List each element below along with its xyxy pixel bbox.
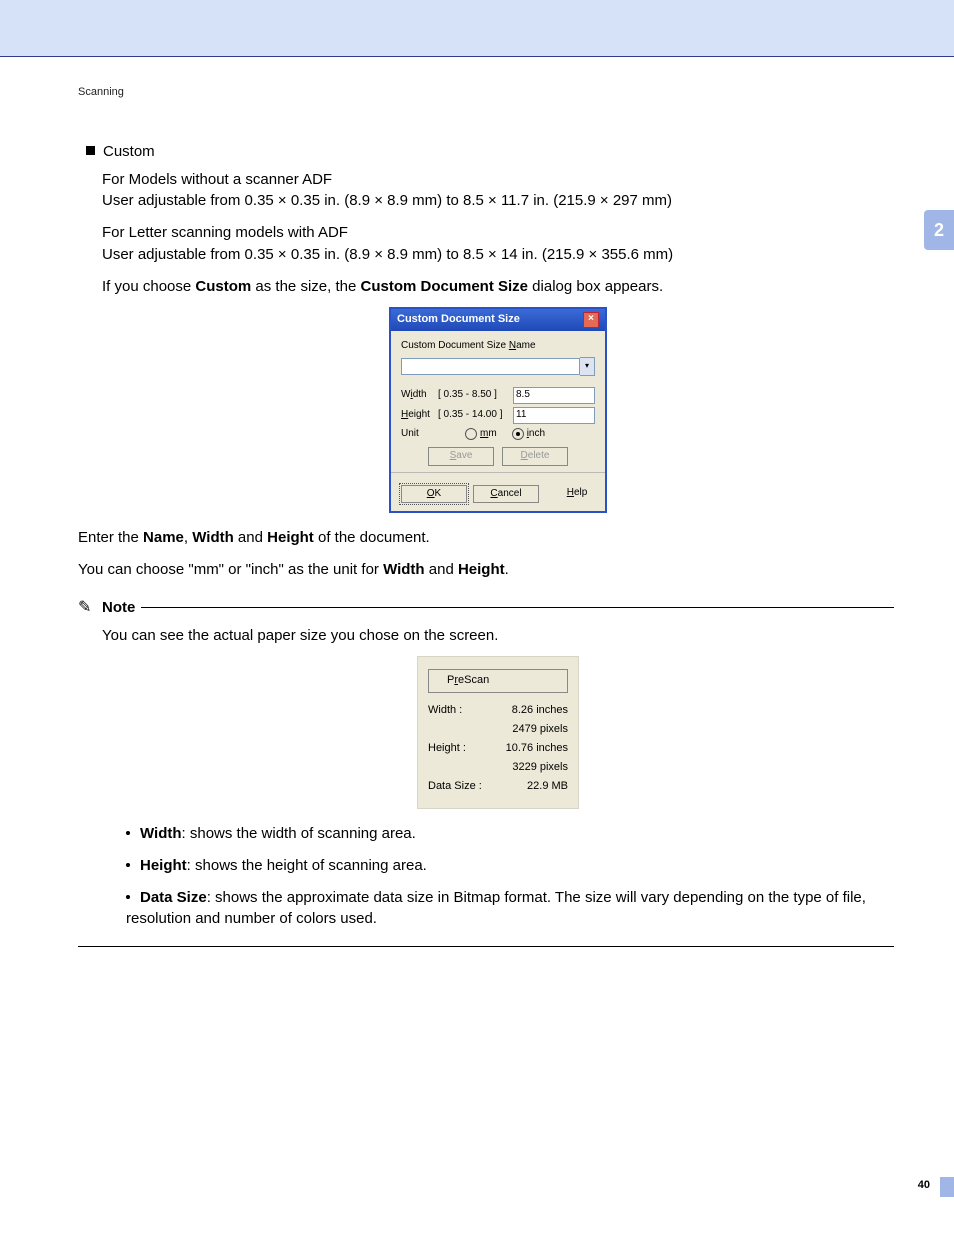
noadf-block: For Models without a scanner ADF User ad… bbox=[102, 169, 894, 213]
ok-button[interactable]: OK bbox=[401, 485, 467, 504]
ps-width-l: Width : bbox=[428, 703, 462, 719]
unit-line: You can choose "mm" or "inch" as the uni… bbox=[78, 559, 894, 581]
bullet-icon bbox=[126, 895, 130, 899]
bullet-icon bbox=[126, 831, 130, 835]
note-text: You can see the actual paper size you ch… bbox=[102, 625, 894, 647]
name-label: Custom Document Size Name bbox=[401, 339, 595, 354]
unit-inch-radio[interactable]: inch bbox=[512, 427, 545, 442]
definitions-list: Width: shows the width of scanning area.… bbox=[126, 823, 894, 930]
chapter-tab: 2 bbox=[924, 210, 954, 250]
top-band bbox=[0, 0, 954, 56]
note-rule bbox=[141, 607, 894, 608]
ps-width-px: 2479 pixels bbox=[428, 722, 568, 738]
name-input[interactable] bbox=[401, 358, 580, 375]
height-label: Height bbox=[401, 408, 433, 423]
ps-height-px: 3229 pixels bbox=[428, 760, 568, 776]
name-combo[interactable]: ▾ bbox=[401, 357, 595, 376]
section-header: Scanning bbox=[78, 85, 894, 101]
save-button[interactable]: Save bbox=[428, 447, 494, 466]
width-input[interactable]: 8.5 bbox=[513, 387, 595, 404]
dialog-titlebar: Custom Document Size × bbox=[391, 309, 605, 331]
ps-height-v: 10.76 inches bbox=[506, 741, 568, 757]
bullet-icon bbox=[126, 863, 130, 867]
square-bullet-icon bbox=[86, 146, 95, 155]
height-range: [ 0.35 - 14.00 ] bbox=[438, 408, 508, 423]
page-number: 40 bbox=[918, 1179, 930, 1191]
choose-line: If you choose Custom as the size, the Cu… bbox=[102, 276, 894, 298]
custom-title: Custom bbox=[103, 143, 155, 160]
noadf-l1: For Models without a scanner ADF bbox=[102, 171, 332, 188]
page-number-tab bbox=[940, 1177, 954, 1197]
noadf-l2: User adjustable from 0.35 × 0.35 in. (8.… bbox=[102, 192, 672, 209]
width-range: [ 0.35 - 8.50 ] bbox=[438, 388, 508, 403]
unit-label: Unit bbox=[401, 427, 433, 442]
adf-l2: User adjustable from 0.35 × 0.35 in. (8.… bbox=[102, 246, 673, 263]
prescan-panel: PreScan Width : 8.26 inches 2479 pixels H… bbox=[417, 656, 579, 809]
ps-data-l: Data Size : bbox=[428, 779, 482, 795]
adf-block: For Letter scanning models with ADF User… bbox=[102, 222, 894, 266]
def-width: Width: shows the width of scanning area. bbox=[126, 823, 894, 845]
note-end-rule bbox=[78, 946, 894, 947]
chevron-down-icon[interactable]: ▾ bbox=[580, 357, 595, 376]
unit-mm-radio[interactable]: mm bbox=[465, 427, 497, 442]
dialog-title: Custom Document Size bbox=[397, 312, 520, 328]
ps-data-v: 22.9 MB bbox=[527, 779, 568, 795]
content: Scanning Custom For Models without a sca… bbox=[0, 57, 954, 947]
adf-l1: For Letter scanning models with ADF bbox=[102, 224, 348, 241]
custom-size-dialog: Custom Document Size × Custom Document S… bbox=[389, 307, 607, 513]
ps-height-l: Height : bbox=[428, 741, 466, 757]
note-label: Note bbox=[102, 597, 135, 619]
prescan-button[interactable]: PreScan bbox=[428, 669, 568, 693]
close-icon[interactable]: × bbox=[583, 312, 599, 328]
help-button[interactable]: Help bbox=[545, 485, 609, 504]
custom-heading: Custom bbox=[86, 141, 894, 163]
cancel-button[interactable]: Cancel bbox=[473, 485, 539, 504]
note-body: You can see the actual paper size you ch… bbox=[102, 625, 894, 930]
note-heading: ✎ Note bbox=[78, 597, 894, 619]
page: 2 Scanning Custom For Models without a s… bbox=[0, 0, 954, 1235]
enter-line: Enter the Name, Width and Height of the … bbox=[78, 527, 894, 549]
def-datasize: Data Size: shows the approximate data si… bbox=[126, 887, 894, 931]
ps-width-v: 8.26 inches bbox=[512, 703, 568, 719]
note-icon: ✎ bbox=[78, 599, 96, 617]
def-height: Height: shows the height of scanning are… bbox=[126, 855, 894, 877]
width-label: Width bbox=[401, 388, 433, 403]
height-input[interactable]: 11 bbox=[513, 407, 595, 424]
delete-button[interactable]: Delete bbox=[502, 447, 568, 466]
